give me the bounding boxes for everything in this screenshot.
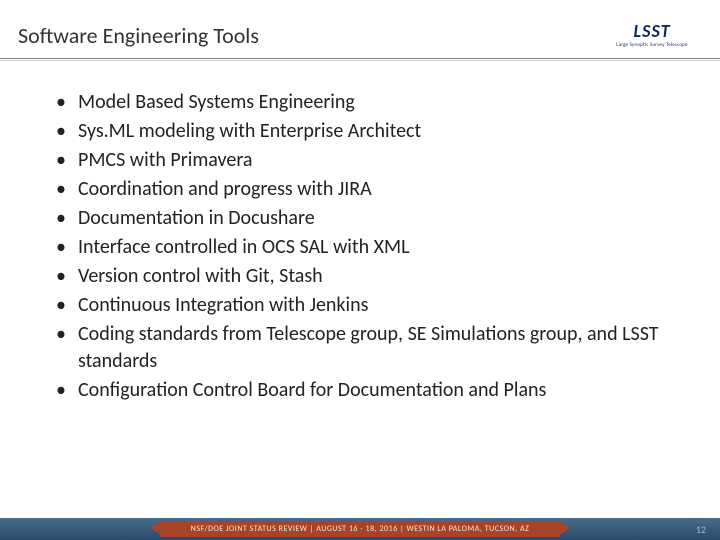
footer-ribbon: NSF/DOE JOINT STATUS REVIEW | AUGUST 16 … (161, 521, 560, 537)
slide-content: Model Based Systems Engineering Sys.ML m… (0, 61, 720, 404)
list-item: Sys.ML modeling with Enterprise Architec… (50, 118, 670, 145)
slide-header: Software Engineering Tools LSST Large Sy… (0, 0, 720, 59)
list-item: Continuous Integration with Jenkins (50, 292, 670, 319)
page-number: 12 (696, 523, 706, 536)
logo-main-text: LSST (633, 22, 670, 40)
slide-title: Software Engineering Tools (18, 22, 259, 49)
lsst-logo: LSST Large Synoptic Survey Telescope (602, 20, 702, 50)
list-item: PMCS with Primavera (50, 147, 670, 174)
bullet-list: Model Based Systems Engineering Sys.ML m… (50, 89, 670, 404)
list-item: Configuration Control Board for Document… (50, 377, 670, 404)
list-item: Coordination and progress with JIRA (50, 176, 670, 203)
list-item: Interface controlled in OCS SAL with XML (50, 234, 670, 261)
list-item: Model Based Systems Engineering (50, 89, 670, 116)
slide-footer: NSF/DOE JOINT STATUS REVIEW | AUGUST 16 … (0, 518, 720, 540)
logo-sub-text: Large Synoptic Survey Telescope (616, 42, 687, 48)
list-item: Documentation in Docushare (50, 205, 670, 232)
list-item: Version control with Git, Stash (50, 263, 670, 290)
list-item: Coding standards from Telescope group, S… (50, 321, 670, 375)
